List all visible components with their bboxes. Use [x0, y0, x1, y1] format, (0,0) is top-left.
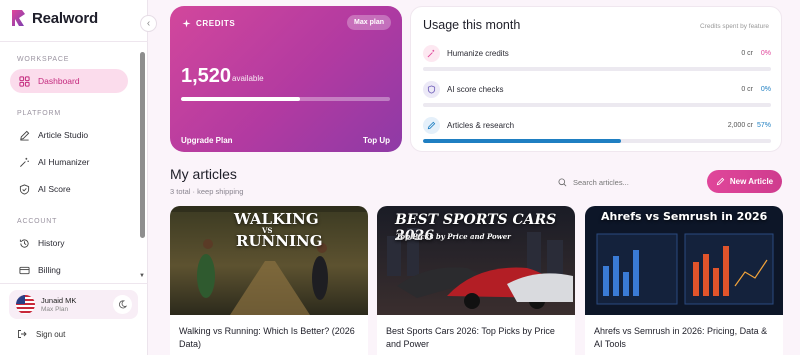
usage-row-ai-score: AI score checks 0 cr 0% — [423, 81, 771, 111]
usage-progress-bar — [423, 67, 771, 71]
sidebar-divider — [0, 283, 148, 284]
search-input[interactable]: Search articles... — [550, 171, 700, 193]
sidebar-item-label: AI Score — [38, 184, 71, 194]
article-card[interactable]: Ahrefs vs Semrush in 2026 Ahrefs vs Semr… — [585, 206, 783, 355]
usage-percent: 0% — [760, 86, 771, 93]
thumbnail-headline: Top Picks by Price and Power — [396, 232, 511, 241]
usage-name: Articles & research — [447, 121, 515, 130]
article-thumbnail: BEST SPORTS CARS 2026 Top Picks by Price… — [377, 206, 575, 315]
sign-out-label: Sign out — [36, 329, 66, 339]
dashboard-icon — [19, 75, 30, 87]
sidebar-item-ai-score[interactable]: AI Score — [10, 177, 128, 201]
collapse-sidebar-button[interactable]: ‹ — [140, 15, 157, 32]
section-label-workspace: WORKSPACE — [17, 56, 70, 63]
article-card[interactable]: BEST SPORTS CARS 2026 Top Picks by Price… — [377, 206, 575, 355]
article-title[interactable]: Best Sports Cars 2026: Top Picks by Pric… — [386, 325, 568, 351]
credits-progress-bar — [181, 97, 390, 101]
credits-available-label: available — [232, 74, 264, 83]
usage-title: Usage this month — [423, 18, 521, 32]
usage-card: Usage this month Credits spent by featur… — [410, 6, 782, 152]
usage-progress-bar — [423, 139, 771, 143]
billing-card-icon — [19, 266, 30, 274]
usage-name: Humanize credits — [447, 49, 509, 58]
usage-subtitle: Credits spent by feature — [699, 23, 769, 30]
search-placeholder: Search articles... — [573, 177, 629, 187]
upgrade-plan-link[interactable]: Upgrade Plan — [181, 136, 233, 145]
articles-title: My articles — [170, 166, 237, 182]
section-label-account: ACCOUNT — [17, 218, 58, 225]
brand-name: Realword — [32, 9, 98, 27]
usage-row-articles: Articles & research 2,000 cr 57% — [423, 117, 771, 147]
thumbnail-headline: WALKING — [234, 210, 319, 228]
article-title[interactable]: Walking vs Running: Which Is Better? (20… — [179, 325, 361, 351]
usage-progress-fill — [423, 139, 622, 143]
section-label-platform: PLATFORM — [17, 110, 61, 117]
usage-progress-bar — [423, 103, 771, 107]
usage-percent: 57% — [756, 122, 771, 129]
history-icon — [19, 238, 29, 248]
credits-card: CREDITS Max plan 1,520 available Upgrade… — [170, 6, 402, 152]
articles-subtitle: 3 total · keep shipping — [170, 187, 244, 196]
avatar-us-flag-icon — [16, 295, 35, 314]
pen-icon — [716, 177, 725, 186]
sidebar-item-label: Dashboard — [38, 76, 80, 86]
sidebar-divider — [0, 41, 148, 42]
sidebar: Realword WORKSPACE Dashboard PLATFORM Ar… — [0, 0, 148, 355]
sign-out-button[interactable]: Sign out — [17, 329, 65, 339]
scroll-down-arrow-icon[interactable]: ▼ — [139, 273, 145, 279]
sidebar-item-label: Billing — [38, 265, 61, 275]
usage-credits: 0 cr — [741, 50, 753, 57]
usage-percent: 0% — [760, 50, 771, 57]
search-icon — [558, 177, 567, 186]
sidebar-item-history[interactable]: History — [10, 231, 128, 255]
usage-name: AI score checks — [447, 85, 504, 94]
top-up-link[interactable]: Top Up — [363, 136, 390, 145]
usage-credits: 2,000 cr — [727, 122, 753, 129]
shield-check-icon — [19, 183, 30, 195]
sign-out-icon — [18, 330, 27, 338]
thumbnail-headline: Ahrefs vs Semrush in 2026 — [601, 210, 768, 223]
thumbnail-headline: RUNNING — [236, 232, 323, 250]
article-thumbnail: Ahrefs vs Semrush in 2026 — [585, 206, 783, 315]
pen-icon — [20, 130, 30, 141]
brand[interactable]: Realword — [10, 9, 98, 27]
usage-credits: 0 cr — [741, 86, 753, 93]
credits-amount: 1,520 — [181, 65, 232, 87]
pencil-icon — [423, 117, 440, 134]
sidebar-item-label: AI Humanizer — [38, 157, 90, 167]
article-thumbnail: WALKING VS RUNNING — [170, 206, 368, 315]
sidebar-item-ai-humanizer[interactable]: AI Humanizer — [10, 150, 128, 174]
theme-toggle-button[interactable] — [113, 295, 132, 314]
sparkle-icon — [182, 19, 191, 28]
sidebar-item-dashboard[interactable]: Dashboard — [10, 69, 128, 93]
credits-label: CREDITS — [182, 19, 235, 28]
sidebar-item-billing[interactable]: Billing — [10, 258, 128, 282]
sidebar-item-label: History — [38, 238, 65, 248]
magic-wand-icon — [20, 157, 29, 167]
user-card[interactable]: Junaid MK Max Plan — [9, 290, 138, 319]
sidebar-item-article-studio[interactable]: Article Studio — [10, 123, 128, 147]
new-article-button[interactable]: New Article — [707, 170, 782, 193]
user-name: Junaid MK — [41, 296, 77, 305]
plan-badge: Max plan — [347, 15, 391, 30]
shield-icon — [423, 81, 440, 98]
credits-progress-fill — [181, 97, 301, 101]
moon-icon — [119, 300, 127, 309]
sidebar-scrollbar[interactable] — [140, 52, 145, 238]
realword-logo-icon — [12, 10, 25, 26]
user-plan: Max Plan — [41, 306, 69, 313]
article-title[interactable]: Ahrefs vs Semrush in 2026: Pricing, Data… — [594, 325, 776, 351]
article-card[interactable]: WALKING VS RUNNING Walking vs Running: W… — [170, 206, 368, 355]
usage-row-humanize: Humanize credits 0 cr 0% — [423, 45, 771, 75]
humanize-icon — [423, 45, 440, 62]
sidebar-item-label: Article Studio — [38, 130, 89, 140]
